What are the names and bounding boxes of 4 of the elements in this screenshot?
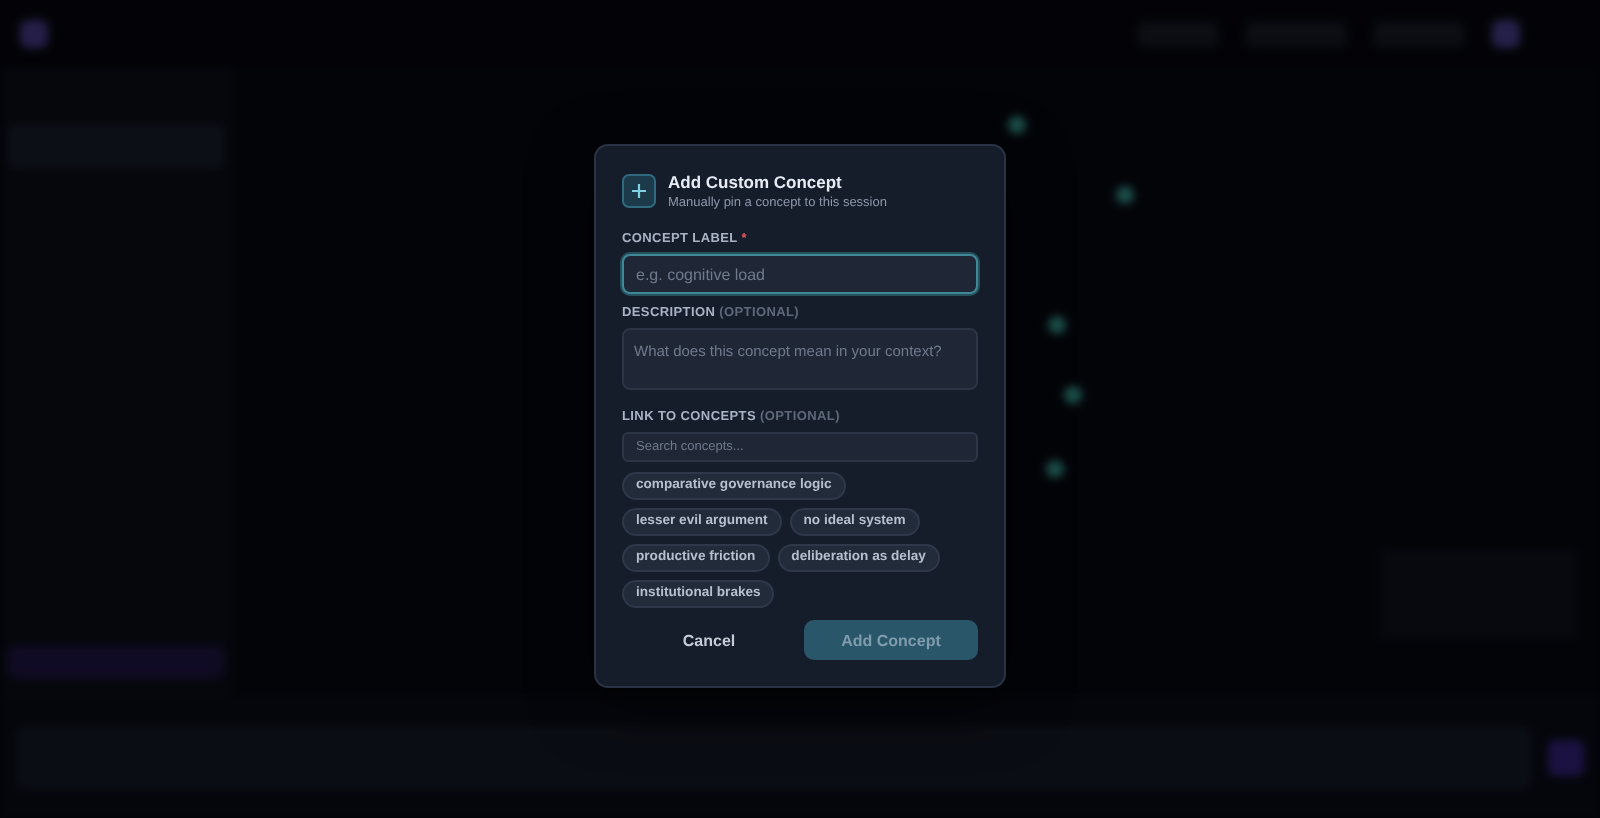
plus-icon bbox=[622, 174, 656, 208]
cancel-button[interactable]: Cancel bbox=[622, 620, 796, 660]
concept-label-field[interactable]: e.g. cognitive load bbox=[622, 254, 978, 294]
dialog-title: Add Custom Concept bbox=[668, 172, 844, 194]
